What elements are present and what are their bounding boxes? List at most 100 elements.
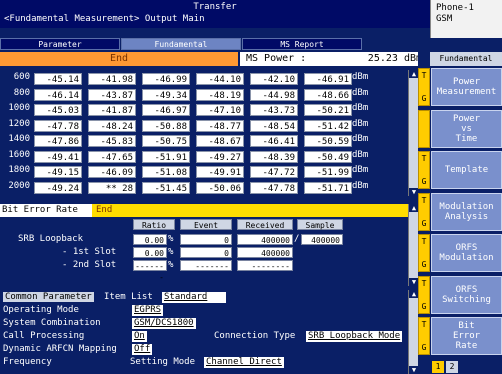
table-cell: -51.45: [142, 181, 190, 194]
row-unit: dBm: [352, 87, 369, 98]
table-cell: -49.15: [34, 166, 82, 178]
softkey-badge: [418, 109, 430, 148]
table-cell: -48.77: [196, 119, 244, 132]
tab-bar: Parameter Fundamental MS Report: [0, 38, 430, 50]
softkey-label: Template: [431, 151, 502, 189]
item-list-select[interactable]: Standard: [162, 292, 226, 303]
table-scrollbar[interactable]: ▲ ▼: [408, 70, 419, 196]
item-list-label: Item List: [104, 292, 153, 302]
table-cell: -46.14: [34, 88, 82, 101]
connection-type-value[interactable]: SRB Loopback Mode: [306, 331, 403, 342]
row-key: 600: [13, 72, 30, 82]
softkey-label: Power Measurement: [431, 68, 502, 106]
table-cell: -49.34: [142, 88, 190, 101]
ber-separator: /: [294, 234, 300, 244]
ber-col-sample: Sample: [297, 219, 343, 230]
table-cell: -45.03: [34, 104, 82, 116]
phone-line: Phone-1: [436, 3, 474, 13]
setting-mode-value[interactable]: Channel Direct: [204, 357, 284, 368]
softkey-badge: TG: [418, 275, 430, 314]
softkey-orfs-modulation[interactable]: T G ORFS Modulation: [418, 234, 502, 272]
tab-parameter[interactable]: Parameter: [0, 38, 120, 50]
table-cell: -46.99: [142, 73, 190, 85]
row-key: 1000: [8, 103, 30, 113]
table-cell: -49.24: [34, 181, 82, 194]
common-scrollbar[interactable]: ▲ ▼: [408, 290, 419, 374]
phone-indicator: Phone-1 GSM: [430, 0, 502, 38]
ber-ratio-unit: %: [168, 247, 174, 257]
table-cell: -47.72: [250, 166, 298, 178]
softkey-badge-bottom: G: [421, 94, 427, 103]
softkey-badge-top: T: [421, 71, 427, 80]
dynamic-arfcn-label: Dynamic ARFCN Mapping: [3, 344, 117, 354]
call-processing-value[interactable]: On: [132, 331, 147, 342]
ber-event-value: 0: [180, 234, 232, 245]
softkey-modulation-analysis[interactable]: T G Modulation Analysis: [418, 192, 502, 231]
ber-ratio-value: 0.00: [133, 247, 167, 258]
tab-ms-report[interactable]: MS Report: [242, 38, 362, 50]
softkey-power-measurement[interactable]: T G Power Measurement: [418, 68, 502, 106]
system-combination-value[interactable]: GSM/DCS1800: [132, 318, 196, 329]
table-cell: -51.42: [304, 119, 352, 132]
ber-event-value: -------: [180, 260, 232, 271]
ber-ratio-value: -------: [133, 260, 167, 282]
table-cell: -47.78: [250, 181, 298, 194]
table-cell: -48.54: [250, 119, 298, 132]
measurement-status: End: [0, 52, 238, 66]
table-cell: -47.65: [88, 150, 136, 163]
softkey-bit-error-rate[interactable]: T G Bit Error Rate: [418, 317, 502, 355]
tab-fundamental[interactable]: Fundamental: [121, 38, 241, 50]
system-combination-label: System Combination: [3, 318, 101, 328]
table-cell: -45.83: [88, 135, 136, 147]
softkey-label: Power vs Time: [431, 109, 502, 148]
table-cell: -51.91: [142, 150, 190, 163]
ms-power-label: MS Power :: [246, 53, 307, 64]
dynamic-arfcn-value[interactable]: Off: [132, 344, 153, 355]
ber-ratio-value: 0.00: [133, 234, 167, 245]
softkey-orfs-switching[interactable]: T G ORFS Switching: [418, 275, 502, 314]
operating-mode-value[interactable]: EGPRS: [132, 305, 164, 316]
softkey-label: Modulation Analysis: [431, 192, 502, 231]
table-cell: ** 28: [88, 181, 136, 194]
page-2-button[interactable]: 2: [446, 361, 458, 373]
row-key: 1400: [8, 134, 30, 144]
softkey-badge-bottom: G: [421, 343, 427, 352]
table-cell: -47.78: [34, 119, 82, 132]
table-row: 600 -45.14 -41.98 -46.99 -44.10 -42.10 -46.91 d…: [0, 72, 400, 86]
table-cell: -45.14: [34, 73, 82, 85]
table-cell: -48.39: [250, 150, 298, 163]
table-row: 1600 -49.41 -47.65 -51.91 -49.27 -48.39 -50.49…: [0, 150, 400, 164]
table-row: 1400 -47.86 -45.83 -50.75 -48.67 -46.41 -50.59…: [0, 134, 400, 148]
table-cell: -48.66: [304, 88, 352, 101]
call-processing-label: Call Processing: [3, 331, 85, 341]
table-row: 1200 -47.78 -48.24 -50.88 -48.77 -48.54 -51.42…: [0, 119, 400, 133]
ber-row-label: - 1st Slot: [62, 247, 117, 257]
softkey-badge-top: T: [421, 237, 427, 246]
softkey-badge: TG: [418, 68, 430, 106]
softkey-badge-top: T: [421, 195, 427, 205]
table-cell: -51.08: [142, 166, 190, 178]
softkey-badge-bottom: G: [421, 218, 427, 228]
window-title: Transfer: [193, 2, 237, 12]
page-1-button[interactable]: 1: [432, 361, 444, 373]
table-cell: -51.99: [304, 166, 352, 178]
phone-standard: GSM: [436, 14, 453, 24]
table-cell: -50.49: [304, 150, 352, 163]
table-cell: -50.88: [142, 119, 190, 132]
softkey-template[interactable]: T G Template: [418, 151, 502, 189]
ber-row-label: SRB Loopback: [18, 234, 84, 244]
ber-panel: Ratio Event Received Sample SRB Loopback…: [0, 217, 408, 285]
softkey-badge-top: T: [421, 278, 427, 288]
ber-scrollbar[interactable]: ▲ ▼: [408, 204, 419, 286]
row-unit: dBm: [352, 118, 369, 129]
ber-received-value: 400000: [237, 234, 293, 245]
softkey-badge: TG: [418, 317, 430, 355]
table-cell: -43.87: [88, 88, 136, 101]
row-unit: dBm: [352, 72, 369, 82]
menu-header: Fundamental: [430, 52, 502, 66]
table-cell: -46.09: [88, 166, 136, 178]
softkey-power-vs-time[interactable]: Power vs Time: [418, 109, 502, 148]
softkey-badge-bottom: G: [421, 301, 427, 311]
title-bar: Transfer <Fundamental Measurement> Outpu…: [0, 0, 430, 28]
table-cell: -48.67: [196, 135, 244, 147]
